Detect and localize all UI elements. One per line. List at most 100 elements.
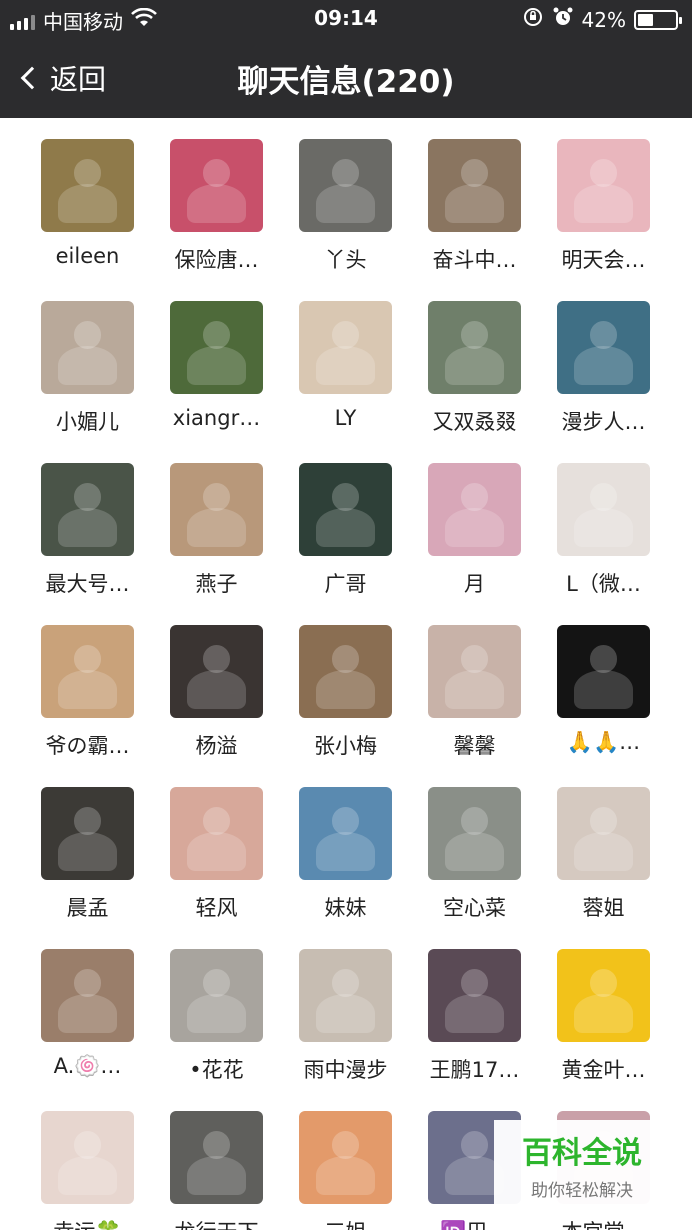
member-name: 王鹏17… [429, 1058, 520, 1082]
member-item[interactable]: 明天会… [539, 139, 668, 301]
watermark-subtitle: 助你轻松解决 [531, 1181, 633, 1201]
member-name: A.🍥… [53, 1054, 122, 1078]
member-name: •花花 [189, 1058, 244, 1082]
member-item[interactable]: 爷の霸… [23, 625, 152, 787]
battery-level [638, 13, 654, 26]
member-name: eileen [55, 244, 120, 268]
member-name: 张小梅 [314, 734, 377, 758]
avatar[interactable] [557, 625, 650, 718]
member-name: 丫头 [324, 248, 367, 272]
member-item[interactable]: 轻风 [152, 787, 281, 949]
member-name: 本宫堂… [542, 1216, 665, 1230]
member-item[interactable]: 龙行天下 [152, 1111, 281, 1230]
member-item[interactable]: 黄金叶… [539, 949, 668, 1111]
avatar[interactable] [299, 1111, 392, 1204]
avatar[interactable] [41, 949, 134, 1042]
avatar[interactable] [428, 463, 521, 556]
avatar[interactable] [170, 139, 263, 232]
member-name: 空心菜 [443, 896, 506, 920]
member-name: 蓉姐 [582, 896, 625, 920]
member-name: 保险唐… [174, 248, 259, 272]
member-row: 晨孟 轻风 妹妹 空心菜 蓉姐 [0, 787, 692, 949]
battery-percent: 42% [581, 7, 626, 32]
member-item[interactable]: A.🍥… [23, 949, 152, 1111]
member-item[interactable]: 最大号… [23, 463, 152, 625]
member-name: 晨孟 [66, 896, 109, 920]
member-name: 杨溢 [195, 734, 238, 758]
member-item[interactable]: 小媚儿 [23, 301, 152, 463]
member-item[interactable]: 王鹏17… [410, 949, 539, 1111]
member-name: 黄金叶… [561, 1058, 646, 1082]
avatar[interactable] [428, 301, 521, 394]
avatar[interactable] [170, 463, 263, 556]
avatar[interactable] [41, 625, 134, 718]
member-name: 最大号… [45, 572, 130, 596]
member-item[interactable]: 丫头 [281, 139, 410, 301]
avatar[interactable] [299, 787, 392, 880]
member-item[interactable]: •花花 [152, 949, 281, 1111]
member-item[interactable]: 妹妹 [281, 787, 410, 949]
member-item[interactable]: LY [281, 301, 410, 463]
member-name: 漫步人… [561, 410, 646, 434]
member-item[interactable]: 又双叒叕 [410, 301, 539, 463]
member-name: 广哥 [324, 572, 367, 596]
member-item[interactable]: 幸运🍀 [23, 1111, 152, 1230]
member-item[interactable]: 月 [410, 463, 539, 625]
member-name: 龙行天下 [155, 1216, 278, 1230]
member-row: 爷の霸… 杨溢 张小梅 馨馨 🙏🙏… [0, 625, 692, 787]
battery-icon [634, 9, 682, 30]
avatar[interactable] [170, 1111, 263, 1204]
member-item[interactable]: 三姐 [281, 1111, 410, 1230]
member-grid: eileen 保险唐… 丫头 奋斗中… 明天会… 小媚儿 xiangr… LY 又双叒叕 漫步人…… [0, 118, 692, 1230]
member-item[interactable]: 晨孟 [23, 787, 152, 949]
avatar[interactable] [41, 463, 134, 556]
member-name: 雨中漫步 [303, 1058, 388, 1082]
avatar[interactable] [299, 949, 392, 1042]
avatar[interactable] [557, 787, 650, 880]
avatar[interactable] [557, 949, 650, 1042]
avatar[interactable] [428, 949, 521, 1042]
member-name: 幸运🍀 [26, 1216, 149, 1230]
avatar[interactable] [557, 139, 650, 232]
member-name: 🙏🙏… [566, 730, 641, 754]
avatar[interactable] [41, 139, 134, 232]
member-row: 最大号… 燕子 广哥 月 L（微… [0, 463, 692, 625]
member-item[interactable]: 奋斗中… [410, 139, 539, 301]
member-item[interactable]: 广哥 [281, 463, 410, 625]
avatar[interactable] [299, 139, 392, 232]
avatar[interactable] [41, 1111, 134, 1204]
avatar[interactable] [299, 625, 392, 718]
avatar[interactable] [428, 625, 521, 718]
member-item[interactable]: 空心菜 [410, 787, 539, 949]
avatar[interactable] [299, 301, 392, 394]
member-item[interactable]: 馨馨 [410, 625, 539, 787]
avatar[interactable] [557, 463, 650, 556]
avatar[interactable] [557, 301, 650, 394]
member-item[interactable]: 蓉姐 [539, 787, 668, 949]
member-item[interactable]: 🙏🙏… [539, 625, 668, 787]
member-name: L（微… [566, 572, 641, 596]
member-item[interactable]: eileen [23, 139, 152, 301]
avatar[interactable] [170, 949, 263, 1042]
avatar[interactable] [41, 787, 134, 880]
member-name: 明天会… [561, 248, 646, 272]
avatar[interactable] [170, 301, 263, 394]
member-row: eileen 保险唐… 丫头 奋斗中… 明天会… [0, 139, 692, 301]
member-item[interactable]: 燕子 [152, 463, 281, 625]
member-item[interactable]: 杨溢 [152, 625, 281, 787]
avatar[interactable] [428, 787, 521, 880]
alarm-icon [552, 6, 574, 33]
member-name: xiangr… [172, 406, 261, 430]
member-item[interactable]: 保险唐… [152, 139, 281, 301]
member-item[interactable]: xiangr… [152, 301, 281, 463]
member-item[interactable]: 张小梅 [281, 625, 410, 787]
avatar[interactable] [428, 139, 521, 232]
member-name: 燕子 [195, 572, 238, 596]
avatar[interactable] [170, 625, 263, 718]
member-item[interactable]: 漫步人… [539, 301, 668, 463]
avatar[interactable] [170, 787, 263, 880]
member-item[interactable]: L（微… [539, 463, 668, 625]
avatar[interactable] [41, 301, 134, 394]
member-item[interactable]: 雨中漫步 [281, 949, 410, 1111]
avatar[interactable] [299, 463, 392, 556]
